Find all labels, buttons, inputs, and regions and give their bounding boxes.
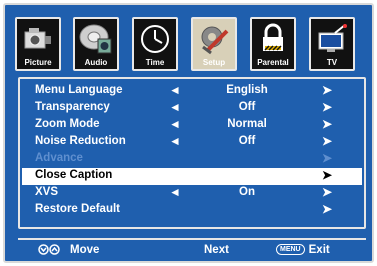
row-label: Restore Default: [35, 203, 120, 215]
updown-arrows-icon: [38, 244, 60, 258]
right-arrow-icon: ➤: [322, 151, 333, 165]
left-arrow-icon[interactable]: ◄: [169, 117, 181, 131]
row-value: Normal: [227, 118, 267, 130]
tab-tv[interactable]: TV: [309, 17, 355, 71]
tab-picture[interactable]: Picture: [15, 17, 61, 71]
tab-label: Time: [145, 58, 165, 67]
tab-setup[interactable]: Setup: [191, 17, 237, 71]
tab-label: Parental: [257, 58, 289, 67]
tab-bar: Picture Audio Time Setup Parental TV: [15, 17, 367, 75]
next-hint: Next: [204, 244, 229, 256]
right-arrow-icon[interactable]: ➤: [322, 117, 332, 131]
clock-icon: [134, 22, 176, 56]
row-restore-default[interactable]: Restore Default ➤: [22, 202, 362, 219]
tab-label: Setup: [202, 58, 226, 67]
left-arrow-icon[interactable]: ◄: [169, 83, 181, 97]
move-hint: Move: [70, 244, 100, 256]
row-value: Off: [238, 135, 256, 147]
footer-hints: Move Next MENU Exit: [18, 238, 366, 262]
tab-label: Picture: [24, 58, 52, 67]
left-arrow-icon[interactable]: ◄: [169, 185, 181, 199]
camera-icon: [17, 22, 59, 56]
right-arrow-icon[interactable]: ➤: [322, 100, 332, 114]
row-transparency[interactable]: Transparency ◄ Off ➤: [22, 100, 362, 117]
row-label: Noise Reduction: [35, 135, 126, 147]
tab-time[interactable]: Time: [132, 17, 178, 71]
speaker-disc-icon: [75, 22, 117, 56]
tab-label: Audio: [84, 58, 108, 67]
tools-icon: [193, 22, 235, 56]
tab-parental[interactable]: Parental: [250, 17, 296, 71]
row-label: Advance: [35, 152, 83, 164]
left-arrow-icon[interactable]: ◄: [169, 100, 181, 114]
row-label: Transparency: [35, 101, 110, 113]
tab-label: TV: [326, 58, 338, 67]
row-advance: Advance ➤: [22, 151, 362, 168]
row-menu-language[interactable]: Menu Language ◄ English ➤: [22, 83, 362, 100]
right-arrow-icon[interactable]: ➤: [322, 202, 332, 216]
right-arrow-icon[interactable]: ➤: [322, 134, 332, 148]
right-arrow-icon[interactable]: ➤: [322, 185, 332, 199]
row-value: On: [239, 186, 255, 198]
menu-button-icon: MENU: [276, 244, 305, 256]
left-arrow-icon[interactable]: ◄: [169, 134, 181, 148]
tab-audio[interactable]: Audio: [73, 17, 119, 71]
row-value: English: [226, 84, 268, 96]
right-arrow-icon[interactable]: ➤: [322, 168, 332, 182]
settings-list: Menu Language ◄ English ➤ Transparency ◄…: [18, 77, 366, 229]
row-label: Zoom Mode: [35, 118, 100, 130]
row-label: Close Caption: [35, 169, 113, 181]
exit-label: Exit: [308, 244, 330, 256]
right-arrow-icon[interactable]: ➤: [322, 83, 332, 97]
row-close-caption[interactable]: Close Caption ➤: [22, 168, 362, 185]
row-xvs[interactable]: XVS ◄ On ➤: [22, 185, 362, 202]
lock-icon: [252, 22, 294, 56]
row-zoom-mode[interactable]: Zoom Mode ◄ Normal ➤: [22, 117, 362, 134]
row-label: Menu Language: [35, 84, 123, 96]
row-label: XVS: [35, 186, 59, 198]
osd-menu: Picture Audio Time Setup Parental TV Men…: [3, 3, 374, 263]
row-value: Off: [238, 101, 256, 113]
row-noise-reduction[interactable]: Noise Reduction ◄ Off ➤: [22, 134, 362, 151]
tv-antenna-icon: [311, 22, 353, 56]
exit-hint: MENU Exit: [276, 244, 330, 256]
